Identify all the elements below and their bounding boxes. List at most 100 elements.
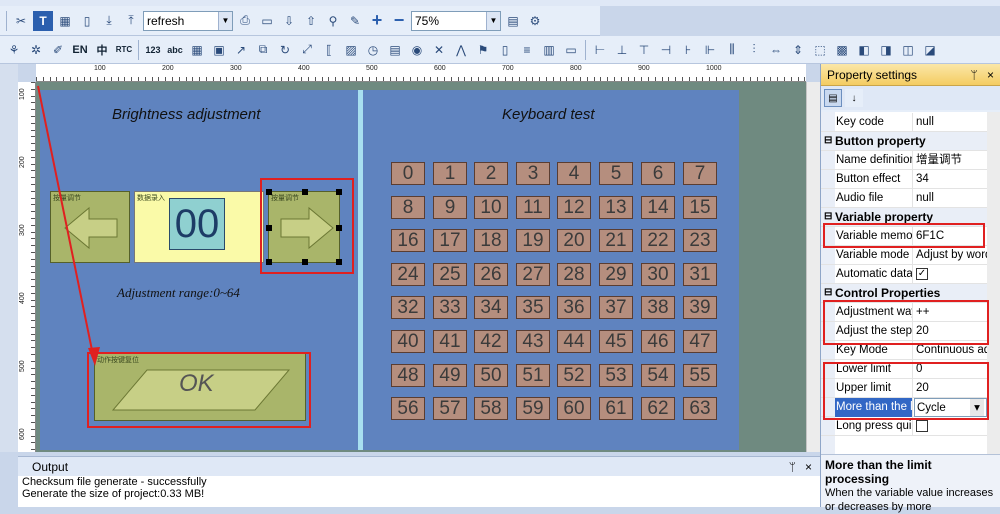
toolbar-separator [6, 10, 7, 31]
property-value[interactable]: 34 [914, 170, 987, 189]
ruler-tick [756, 77, 758, 81]
download-icon[interactable]: ⤓ [99, 11, 119, 31]
checkbox-unchecked-icon[interactable] [916, 419, 928, 432]
chevron-down-icon[interactable]: ▼ [486, 11, 500, 30]
ruler-tick [688, 77, 690, 81]
ruler-tick [722, 77, 724, 81]
flag-icon[interactable]: ⚑ [473, 40, 493, 60]
upload-icon[interactable]: ⤒ [121, 11, 141, 31]
export-icon[interactable]: ⇧ [301, 11, 321, 31]
categorized-icon[interactable]: ▤ [824, 89, 842, 107]
property-value[interactable]: Adjust by word [914, 246, 987, 265]
zoom-icon[interactable]: ⚲ [323, 11, 343, 31]
zoom-combo[interactable]: 75% ▼ [411, 10, 501, 31]
list-icon[interactable]: ≡ [517, 40, 537, 60]
sort-az-icon[interactable]: ↓ [845, 89, 863, 107]
property-row[interactable]: Button effect 34 [821, 170, 987, 189]
collapse-icon[interactable]: ⊟ [824, 132, 832, 150]
pen-icon[interactable]: ✎ [345, 11, 365, 31]
edit-icon[interactable]: ✐ [48, 40, 68, 60]
distribute-h-icon[interactable]: ⫼ [722, 40, 742, 60]
scan-icon[interactable]: ▥ [539, 40, 559, 60]
rotate-icon[interactable]: ↻ [275, 40, 295, 60]
lang-en-button[interactable]: EN [70, 40, 90, 60]
cross-icon[interactable]: ✕ [429, 40, 449, 60]
settings-icon[interactable]: ✲ [26, 40, 46, 60]
settings-icon[interactable]: ⚙ [525, 11, 545, 31]
align-top-icon[interactable]: ⊤ [634, 40, 654, 60]
canvas-scrollbar[interactable] [806, 82, 820, 452]
ruler-tick [668, 77, 670, 81]
clock-icon[interactable]: ◷ [363, 40, 383, 60]
property-row[interactable]: Variable mode Adjust by word [821, 246, 987, 265]
record-icon[interactable]: ◉ [407, 40, 427, 60]
close-icon[interactable]: × [805, 460, 812, 474]
pin-icon[interactable]: ᛘ [789, 460, 796, 474]
align-center-icon[interactable]: ⊥ [612, 40, 632, 60]
align-middle-icon[interactable]: ⊩ [700, 40, 720, 60]
bracket-icon[interactable]: ⟦ [319, 40, 339, 60]
image-icon[interactable]: ▨ [341, 40, 361, 60]
align-left-icon[interactable]: ⊢ [590, 40, 610, 60]
property-value[interactable]: null [914, 113, 987, 132]
bring-front-icon[interactable]: ◧ [854, 40, 874, 60]
property-value[interactable]: 增量调节 [914, 151, 987, 170]
hide-icon[interactable]: ▩ [832, 40, 852, 60]
ruler-tick [376, 77, 377, 81]
send-back-icon[interactable]: ◨ [876, 40, 896, 60]
same-width-icon[interactable]: ⇔ [766, 40, 786, 60]
icon-tool-icon[interactable]: ⚘ [4, 40, 24, 60]
zoom-in-icon[interactable]: + [367, 10, 387, 31]
rtc-button[interactable]: RTC [114, 40, 134, 60]
ruler-tick [233, 77, 235, 81]
keyboard-icon[interactable]: ▦ [55, 11, 75, 31]
same-size-icon[interactable]: ⬚ [810, 40, 830, 60]
property-row[interactable]: Name definition 增量调节 [821, 151, 987, 170]
import-icon[interactable]: ⇩ [279, 11, 299, 31]
monitor-icon[interactable]: ▭ [561, 40, 581, 60]
ruler-tick [31, 82, 35, 83]
resize-icon[interactable]: ⤢ [297, 40, 317, 60]
property-row[interactable]: Audio file null [821, 189, 987, 208]
property-name: Variable mode [835, 246, 913, 265]
lang-cn-button[interactable]: 中 [92, 40, 112, 60]
number-button[interactable]: 123 [143, 40, 163, 60]
layer-icon[interactable]: ▭ [257, 11, 277, 31]
close-icon[interactable]: × [987, 68, 994, 82]
tools-icon[interactable]: ✂ [11, 11, 31, 31]
text-input-button[interactable]: abc [165, 40, 185, 60]
align-right-icon[interactable]: ⊦ [678, 40, 698, 60]
variable-icon[interactable]: ▣ [209, 40, 229, 60]
align-bottom-icon[interactable]: ⊣ [656, 40, 676, 60]
chevron-down-icon[interactable]: ▼ [218, 11, 232, 30]
calculator-icon[interactable]: ▤ [503, 11, 523, 31]
design-canvas[interactable]: Brightness adjustment 按量调节 数据录入 00 按量调节 [36, 82, 806, 452]
property-name: Audio file [835, 189, 913, 208]
ruler-tick [206, 77, 207, 81]
ungroup-icon[interactable]: ◪ [920, 40, 940, 60]
property-value[interactable]: null [914, 189, 987, 208]
property-value[interactable]: ✓ [914, 265, 987, 284]
document-icon[interactable]: ▯ [495, 40, 515, 60]
graph-icon[interactable]: ⋀ [451, 40, 471, 60]
preview-icon[interactable]: ⎙ [235, 11, 255, 31]
distribute-v-icon[interactable]: ⫶ [744, 40, 764, 60]
property-row[interactable]: Automatic data ✓ [821, 265, 987, 284]
property-name: Button effect [835, 170, 913, 189]
action-combo[interactable]: refresh ▼ [143, 10, 233, 31]
ruler-tick [450, 77, 452, 81]
property-row[interactable]: Key code null [821, 113, 987, 132]
chart-icon[interactable]: ↗ [231, 40, 251, 60]
group-icon[interactable]: ◫ [898, 40, 918, 60]
page-icon[interactable]: ▯ [77, 11, 97, 31]
property-category[interactable]: Button property ⊟ [821, 132, 987, 151]
zoom-out-icon[interactable]: − [389, 10, 409, 31]
ruler-tick [31, 136, 35, 138]
text-icon[interactable]: T [33, 10, 53, 31]
same-height-icon[interactable]: ⇕ [788, 40, 808, 60]
table-icon[interactable]: ▤ [385, 40, 405, 60]
grid-icon[interactable]: ▦ [187, 40, 207, 60]
checkbox-checked-icon[interactable]: ✓ [916, 267, 928, 280]
copy-icon[interactable]: ⧉ [253, 40, 273, 60]
pin-icon[interactable]: ᛘ [970, 68, 977, 82]
